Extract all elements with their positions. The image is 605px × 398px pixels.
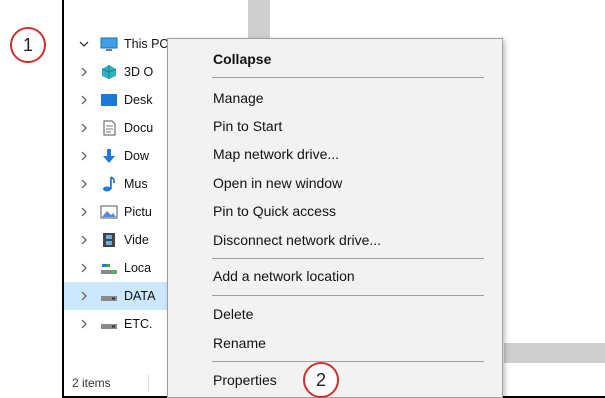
- 3d-objects-icon: [100, 64, 118, 80]
- callout-1-number: 1: [22, 34, 33, 55]
- drive-icon: [100, 288, 118, 304]
- menu-separator: [212, 258, 484, 259]
- tree-item-label: Pictu: [124, 205, 152, 219]
- menu-item-pin-to-start[interactable]: Pin to Start: [213, 115, 282, 137]
- chevron-right-icon[interactable]: [76, 263, 92, 273]
- callout-2-number: 2: [315, 369, 326, 390]
- tree-item-label: This PC: [124, 37, 169, 51]
- download-arrow-icon: [100, 148, 118, 164]
- status-divider: [148, 374, 149, 392]
- chevron-right-icon[interactable]: [76, 319, 92, 329]
- menu-separator: [212, 77, 484, 78]
- menu-item-disconnect-network-drive[interactable]: Disconnect network drive...: [213, 229, 381, 251]
- local-disk-icon: [100, 260, 118, 276]
- status-item-count: 2 items: [72, 376, 111, 390]
- chevron-right-icon[interactable]: [76, 291, 92, 301]
- chevron-right-icon[interactable]: [76, 235, 92, 245]
- tree-item-label: Loca: [124, 261, 152, 275]
- tree-item-label: Mus: [124, 177, 148, 191]
- menu-item-delete[interactable]: Delete: [213, 303, 253, 325]
- menu-item-map-network-drive[interactable]: Map network drive...: [213, 143, 339, 165]
- video-film-icon: [100, 232, 118, 248]
- chevron-right-icon[interactable]: [76, 151, 92, 161]
- menu-item-rename[interactable]: Rename: [213, 332, 266, 354]
- menu-separator: [212, 295, 484, 296]
- chevron-right-icon[interactable]: [76, 207, 92, 217]
- computer-icon: [100, 36, 118, 52]
- desktop-icon: [100, 92, 118, 108]
- callout-2: 2: [303, 362, 339, 398]
- document-icon: [100, 120, 118, 136]
- menu-item-collapse[interactable]: Collapse: [213, 48, 271, 70]
- chevron-right-icon[interactable]: [76, 95, 92, 105]
- drive-icon: [100, 316, 118, 332]
- menu-item-open-in-new-window[interactable]: Open in new window: [213, 172, 342, 194]
- pictures-icon: [100, 204, 118, 220]
- menu-item-pin-to-quick-access[interactable]: Pin to Quick access: [213, 200, 336, 222]
- tree-item-label: DATA: [124, 289, 156, 303]
- music-note-icon: [100, 176, 118, 192]
- tree-item-label: ETC.: [124, 317, 153, 331]
- menu-item-manage[interactable]: Manage: [213, 87, 264, 109]
- chevron-right-icon[interactable]: [76, 179, 92, 189]
- tree-item-label: Docu: [124, 121, 154, 135]
- menu-separator: [212, 361, 484, 362]
- menu-item-properties[interactable]: Properties: [213, 369, 277, 391]
- tree-item-label: Dow: [124, 149, 150, 163]
- context-menu: Collapse Manage Pin to Start Map network…: [167, 38, 503, 398]
- chevron-down-icon[interactable]: [76, 39, 92, 49]
- tree-item-label: Desk: [124, 93, 153, 107]
- menu-item-add-network-location[interactable]: Add a network location: [213, 265, 355, 287]
- chevron-right-icon[interactable]: [76, 123, 92, 133]
- chevron-right-icon[interactable]: [76, 67, 92, 77]
- horizontal-scrollbar[interactable]: [504, 343, 605, 363]
- callout-1: 1: [10, 27, 46, 63]
- tree-item-label: 3D O: [124, 65, 154, 79]
- tree-item-label: Vide: [124, 233, 149, 247]
